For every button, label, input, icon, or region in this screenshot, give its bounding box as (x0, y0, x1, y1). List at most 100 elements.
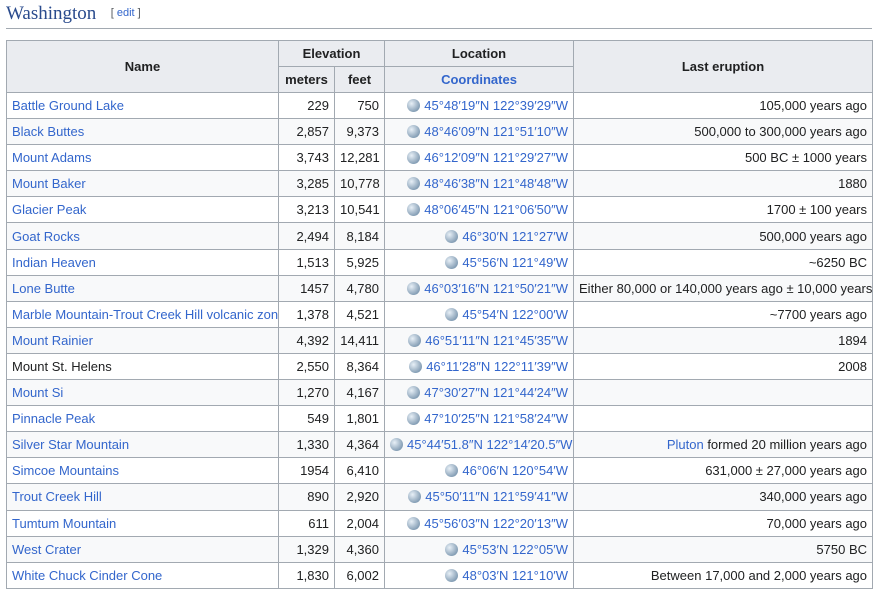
globe-icon[interactable] (445, 568, 459, 582)
volcano-name-link[interactable]: Mount Adams (12, 150, 92, 165)
cell-feet: 10,541 (333, 196, 386, 224)
volcano-name-link[interactable]: Pinnacle Peak (12, 411, 95, 426)
cell-meters: 1457 (278, 274, 335, 302)
globe-icon[interactable] (445, 464, 459, 478)
header-name[interactable]: Name (6, 40, 279, 93)
globe-icon[interactable] (408, 490, 422, 504)
volcano-name-link[interactable]: Mount St. Helens (12, 359, 112, 374)
cell-meters: 890 (278, 483, 335, 511)
volcano-name-link[interactable]: Lone Butte (12, 281, 75, 296)
coordinates-link[interactable]: 47°30′27″N 121°44′24″W (424, 385, 568, 400)
cell-meters: 2,550 (278, 352, 335, 381)
volcano-name-link[interactable]: Trout Creek Hill (12, 489, 102, 504)
coordinates-link[interactable]: 46°30′N 121°27′W (462, 229, 568, 244)
cell-name: Mount St. Helens (6, 352, 279, 381)
coordinates-link[interactable]: 46°06′N 120°54′W (462, 463, 568, 478)
cell-feet: 9,373 (333, 118, 386, 146)
cell-coordinates: 45°56′03″N 122°20′13″W (384, 509, 575, 537)
volcano-name-link[interactable]: Simcoe Mountains (12, 463, 119, 478)
volcano-name-link[interactable]: Indian Heaven (12, 255, 96, 270)
cell-last-eruption: 500 BC ± 1000 years (573, 144, 874, 172)
coordinates-link[interactable]: 46°12′09″N 121°29′27″W (424, 150, 568, 165)
coordinates-link[interactable]: 45°56′N 121°49′W (462, 255, 568, 270)
cell-feet: 2,920 (333, 483, 386, 511)
cell-last-eruption: 1894 (573, 326, 874, 354)
coordinates-link[interactable]: 45°54′N 122°00′W (462, 307, 568, 322)
globe-icon[interactable] (445, 307, 459, 321)
globe-icon[interactable] (407, 412, 421, 426)
globe-icon[interactable] (407, 99, 421, 113)
cell-coordinates: 45°48′19″N 122°39′29″W (384, 91, 575, 120)
coordinates-link[interactable]: 45°44′51.8″N 122°14′20.5″W (407, 437, 572, 452)
coordinates-link[interactable]: 48°06′45″N 121°06′50″W (424, 202, 568, 217)
cell-name: Mount Adams (6, 144, 279, 172)
volcano-name-link[interactable]: White Chuck Cinder Cone (12, 568, 162, 583)
table-row: Mount Si 1,270 4,167 47°30′27″N 121°44′24″W (6, 379, 874, 407)
globe-icon[interactable] (407, 177, 421, 191)
cell-coordinates: 45°53′N 122°05′W (384, 535, 575, 563)
eruption-text: 5750 BC (816, 541, 868, 557)
volcano-name-link[interactable]: Black Buttes (12, 124, 84, 139)
coordinates-link[interactable]: 45°53′N 122°05′W (462, 542, 568, 557)
volcano-name-link[interactable]: Goat Rocks (12, 229, 80, 244)
cell-coordinates: 47°30′27″N 121°44′24″W (384, 379, 575, 407)
cell-name: Mount Baker (6, 170, 279, 198)
volcano-name-link[interactable]: Mount Baker (12, 176, 86, 191)
table-row: White Chuck Cinder Cone 1,830 6,002 48°03′N… (6, 561, 874, 589)
cell-meters: 3,285 (278, 170, 335, 198)
coordinates-link[interactable]: 45°50′11″N 121°59′41″W (425, 489, 568, 504)
edit-link[interactable]: edit (117, 7, 135, 19)
globe-icon[interactable] (407, 203, 421, 217)
cell-last-eruption (573, 405, 874, 433)
eruption-text: 70,000 years ago (766, 515, 868, 531)
table-row: Battle Ground Lake 229 750 45°48′19″N 122°3… (6, 91, 874, 120)
coordinates-link[interactable]: 48°03′N 121°10′W (462, 568, 568, 583)
volcano-name-link[interactable]: Silver Star Mountain (12, 437, 129, 452)
header-feet[interactable]: feet (333, 66, 386, 93)
cell-coordinates: 46°06′N 120°54′W (384, 457, 575, 485)
coordinates-link[interactable]: 46°03′16″N 121°50′21″W (424, 281, 568, 296)
header-meters[interactable]: meters (278, 66, 335, 93)
cell-feet: 4,521 (333, 300, 386, 328)
coordinates-link[interactable]: 48°46′38″N 121°48′48″W (424, 176, 568, 191)
cell-coordinates: 46°30′N 121°27′W (384, 222, 575, 250)
coordinates-link[interactable]: 45°56′03″N 122°20′13″W (424, 516, 568, 531)
cell-meters: 4,392 (278, 326, 335, 354)
volcano-name-link[interactable]: West Crater (12, 542, 81, 557)
volcano-name-link[interactable]: Battle Ground Lake (12, 98, 124, 113)
header-last-eruption[interactable]: Last eruption (573, 40, 874, 93)
volcano-name-link[interactable]: Glacier Peak (12, 202, 86, 217)
globe-icon[interactable] (445, 229, 459, 243)
cell-name: Battle Ground Lake (6, 91, 279, 120)
volcano-name-link[interactable]: Marble Mountain-Trout Creek Hill volcani… (12, 307, 278, 322)
globe-icon[interactable] (445, 255, 459, 269)
globe-icon[interactable] (390, 438, 404, 452)
globe-icon[interactable] (407, 386, 421, 400)
globe-icon[interactable] (445, 542, 459, 556)
cell-name: Glacier Peak (6, 196, 279, 224)
eruption-text: 1894 (838, 332, 868, 348)
cell-meters: 3,743 (278, 144, 335, 172)
cell-name: Goat Rocks (6, 222, 279, 250)
header-coordinates[interactable]: Coordinates (384, 66, 575, 93)
volcano-name-link[interactable]: Mount Rainier (12, 333, 93, 348)
cell-last-eruption: Pluton formed 20 million years ago (573, 431, 874, 459)
globe-icon[interactable] (407, 281, 421, 295)
volcano-name-link[interactable]: Tumtum Mountain (12, 516, 116, 531)
eruption-link[interactable]: Pluton (667, 437, 704, 452)
globe-icon[interactable] (409, 359, 423, 373)
eruption-text: 105,000 years ago (759, 98, 868, 114)
coordinates-link[interactable]: 46°11′28″N 122°11′39″W (426, 359, 568, 374)
cell-name: Silver Star Mountain (6, 431, 279, 459)
globe-icon[interactable] (408, 333, 422, 347)
coordinates-link[interactable]: 48°46′09″N 121°51′10″W (424, 124, 568, 139)
volcano-name-link[interactable]: Mount Si (12, 385, 63, 400)
globe-icon[interactable] (407, 516, 421, 530)
cell-meters: 1,329 (278, 535, 335, 563)
globe-icon[interactable] (407, 125, 421, 139)
globe-icon[interactable] (407, 151, 421, 165)
coordinates-link[interactable]: 46°51′11″N 121°45′35″W (425, 333, 568, 348)
table-row: Goat Rocks 2,494 8,184 46°30′N 121°27′W 500,… (6, 222, 874, 250)
coordinates-link[interactable]: 45°48′19″N 122°39′29″W (424, 98, 568, 113)
coordinates-link[interactable]: 47°10′25″N 121°58′24″W (424, 411, 568, 426)
